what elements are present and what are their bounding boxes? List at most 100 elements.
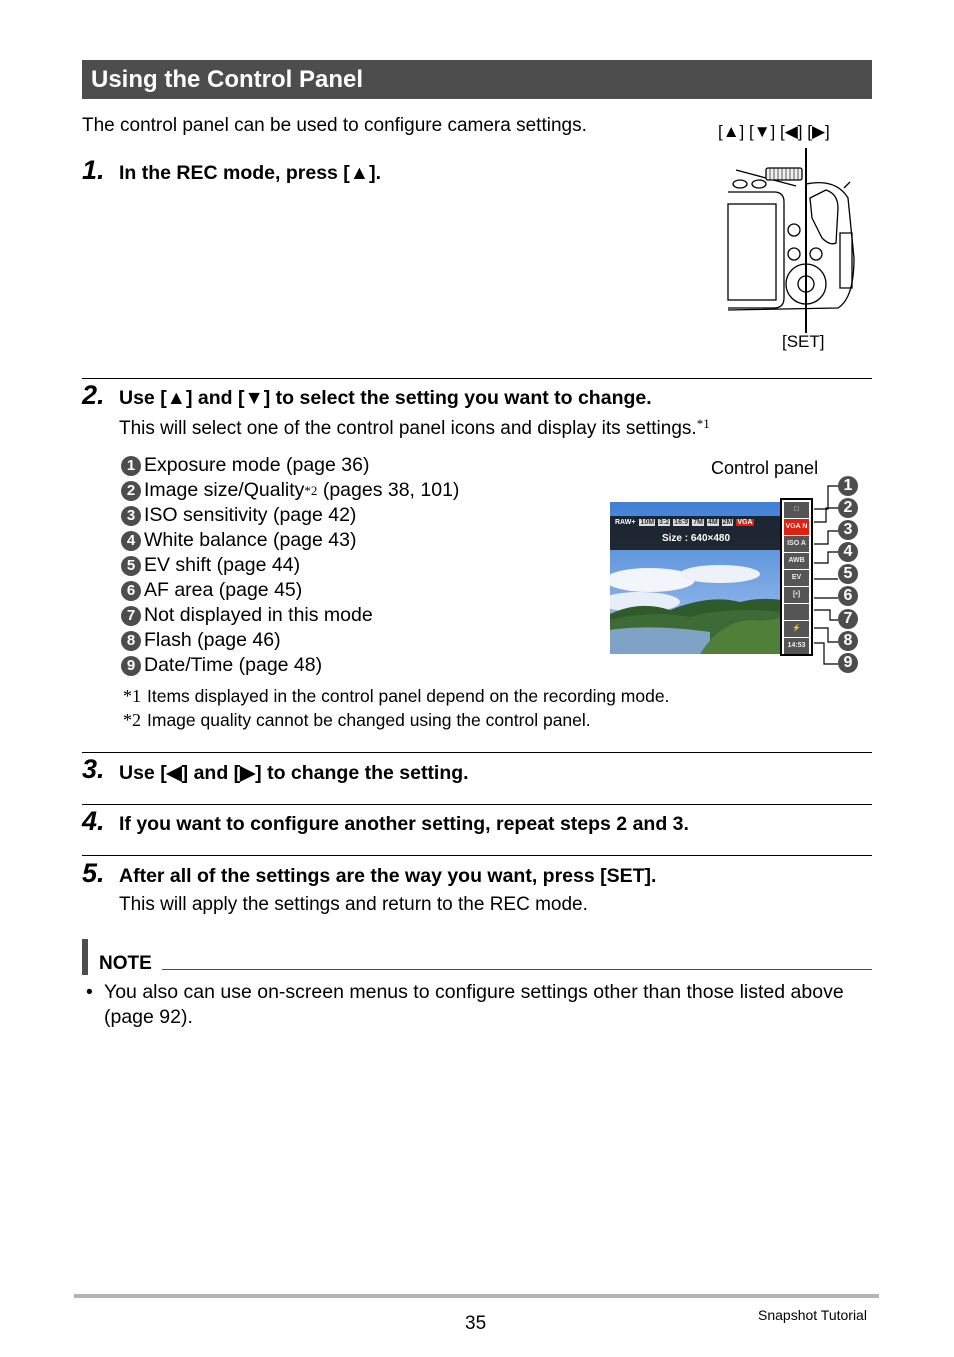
footer-divider — [74, 1294, 879, 1298]
step-2-body: This will select one of the control pane… — [119, 416, 710, 440]
list-item: 9 Date/Time (page 48) — [121, 653, 459, 678]
note-item: • You also can use on-screen menus to co… — [86, 980, 866, 1030]
step-5: 5. — [82, 858, 105, 889]
list-item: 1 Exposure mode (page 36) — [121, 453, 459, 478]
step-3: 3. — [82, 754, 105, 785]
step-number: 3. — [82, 754, 105, 784]
callout-number-icon: 8 — [838, 631, 858, 651]
control-panel-icon: □ — [784, 502, 809, 518]
intro-text: The control panel can be used to configu… — [82, 115, 587, 136]
set-button-label: [SET] — [782, 332, 825, 351]
section-header: Using the Control Panel — [82, 60, 872, 99]
step-5-body: This will apply the settings and return … — [119, 894, 588, 915]
bullet: • — [86, 981, 93, 1003]
footnote-ref: *1 — [696, 416, 710, 431]
control-panel: □ VGA N ISO A AWB EV [•] ⚡ 14:53 — [780, 498, 813, 656]
footnote-ref: *2 — [304, 483, 318, 498]
section-name: Snapshot Tutorial — [758, 1307, 867, 1323]
control-panel-icon: AWB — [784, 553, 809, 569]
list-item: 7 Not displayed in this mode — [121, 603, 459, 628]
number-circle-icon: 1 — [121, 455, 141, 476]
number-circle-icon: 8 — [121, 630, 141, 651]
list-item-suffix: (pages 38, 101) — [317, 479, 460, 501]
page-number: 35 — [465, 1313, 487, 1334]
callout-number-icon: 3 — [838, 520, 858, 540]
size-option: 4M — [706, 519, 719, 526]
callout-number-icon: 6 — [838, 586, 858, 606]
list-item: 4 White balance (page 43) — [121, 528, 459, 553]
list-item-label: White balance (page 43) — [144, 529, 357, 551]
size-option: 10M — [639, 519, 656, 526]
camera-button-labels: [▲] [▼] [◀] [▶] — [718, 122, 830, 141]
footnote: *1 Items displayed in the control panel d… — [123, 684, 669, 708]
note-divider — [162, 969, 872, 970]
footnote-mark: *2 — [123, 710, 141, 730]
control-panel-icon: VGA N — [784, 519, 809, 535]
list-item-label: EV shift (page 44) — [144, 554, 301, 576]
number-circle-icon: 9 — [121, 655, 141, 676]
step-2: 2. — [82, 380, 105, 411]
size-option: 16:9 — [673, 519, 690, 526]
divider — [82, 855, 872, 856]
control-panel-icon: ⚡ — [784, 621, 809, 637]
note-label: NOTE — [99, 953, 152, 974]
divider — [82, 804, 872, 805]
number-circle-icon: 7 — [121, 605, 141, 626]
size-option: RAW+ — [615, 519, 636, 526]
number-circle-icon: 6 — [121, 580, 141, 601]
number-circle-icon: 4 — [121, 530, 141, 551]
size-option: 7M — [692, 519, 704, 526]
list-item-label: Date/Time (page 48) — [144, 654, 323, 676]
size-options-row: RAW+ 10M 3:2 16:9 7M 4M 2M VGA — [614, 519, 754, 526]
step-number: 4. — [82, 806, 105, 836]
step-4-title: If you want to configure another setting… — [119, 813, 689, 835]
list-item-label: Exposure mode (page 36) — [144, 454, 370, 476]
step-number: 2. — [82, 380, 105, 410]
control-panel-icon: [•] — [784, 587, 809, 603]
footnote-mark: *1 — [123, 686, 141, 706]
control-panel-icon: ISO A — [784, 536, 809, 552]
divider — [82, 752, 872, 753]
step-1: 1. — [82, 155, 105, 186]
list-item: 2 Image size/Quality *2 (pages 38, 101) — [121, 478, 459, 503]
footnote-text: Items displayed in the control panel dep… — [147, 686, 670, 706]
size-readout: Size : 640×480 — [661, 533, 731, 544]
list-item: 5 EV shift (page 44) — [121, 553, 459, 578]
note-text: You also can use on-screen menus to conf… — [104, 981, 844, 1028]
step-3-title: Use [◀] and [▶] to change the setting. — [119, 762, 469, 784]
number-circle-icon: 2 — [121, 480, 141, 501]
step-number: 1. — [82, 155, 105, 185]
step-2-body-text: This will select one of the control pane… — [119, 418, 697, 439]
step-5-title: After all of the settings are the way yo… — [119, 865, 657, 887]
list-item-label: Image size/Quality — [144, 479, 305, 501]
size-option: 2M — [721, 519, 734, 526]
step-number: 5. — [82, 858, 105, 888]
settings-list: 1 Exposure mode (page 36) 2 Image size/Qua… — [121, 453, 459, 678]
callout-number-icon: 9 — [838, 653, 858, 673]
control-panel-icon: 14:53 — [784, 638, 809, 654]
list-item-label: Not displayed in this mode — [144, 604, 373, 626]
footnote-text: Image quality cannot be changed using th… — [147, 710, 591, 730]
note-bar — [82, 939, 88, 975]
camera-back-illustration — [727, 148, 855, 333]
list-item: 8 Flash (page 46) — [121, 628, 459, 653]
callout-number-icon: 4 — [838, 542, 858, 562]
list-item-label: ISO sensitivity (page 42) — [144, 504, 357, 526]
callout-number-icon: 2 — [838, 498, 858, 518]
step-2-title: Use [▲] and [▼] to select the setting yo… — [119, 387, 652, 409]
control-panel-label: Control panel — [711, 458, 819, 478]
control-panel-icon — [784, 604, 809, 620]
list-item: 3 ISO sensitivity (page 42) — [121, 503, 459, 528]
size-option: 3:2 — [658, 519, 671, 526]
footnotes: *1 Items displayed in the control panel d… — [123, 684, 669, 732]
callout-number-icon: 7 — [838, 609, 858, 629]
number-circle-icon: 3 — [121, 505, 141, 526]
number-circle-icon: 5 — [121, 555, 141, 576]
list-item-label: AF area (page 45) — [144, 579, 303, 601]
callout-number-icon: 1 — [838, 476, 858, 496]
control-panel-icon: EV — [784, 570, 809, 586]
list-item: 6 AF area (page 45) — [121, 578, 459, 603]
callout-number-icon: 5 — [838, 564, 858, 584]
step-1-title: In the REC mode, press [▲]. — [119, 162, 382, 184]
list-item-label: Flash (page 46) — [144, 629, 281, 651]
